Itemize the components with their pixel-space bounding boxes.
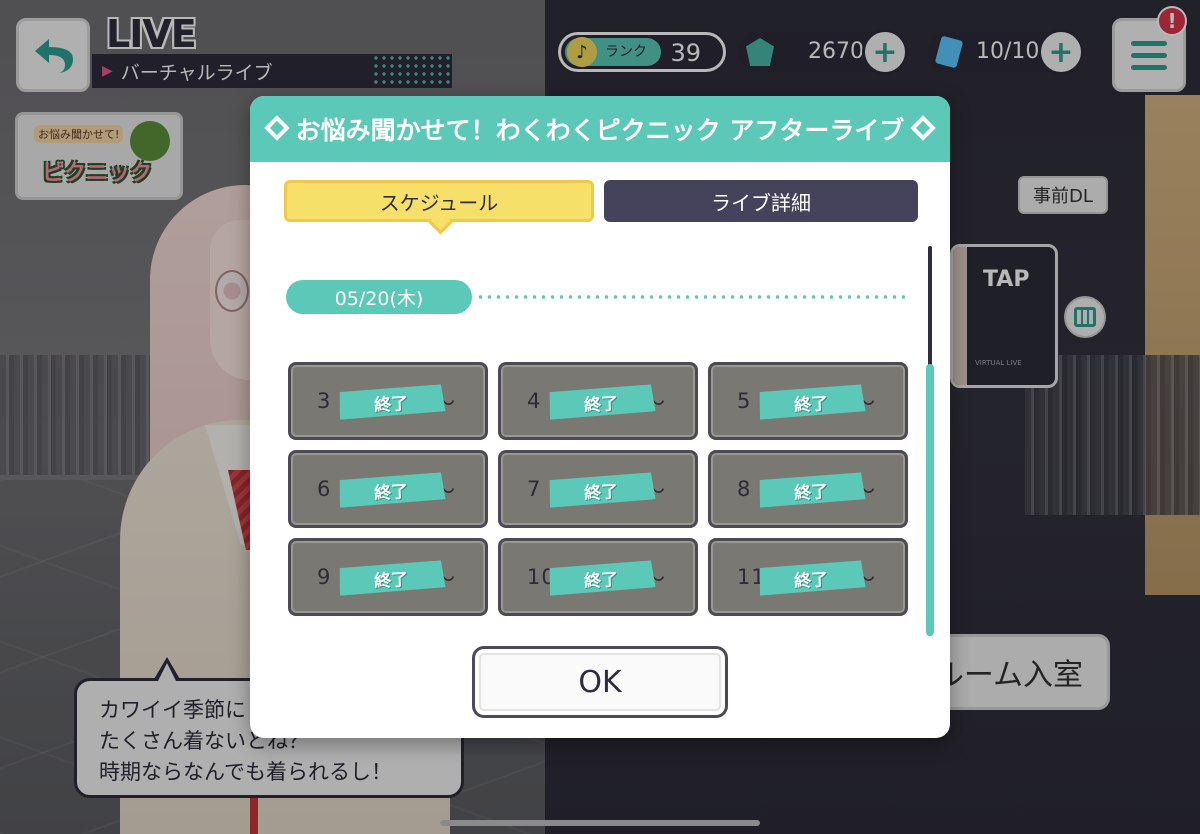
slot-time: 5 [737,389,752,413]
time-slot[interactable]: 7 〜 終了 [498,450,698,528]
ended-tape: 終了 [336,384,445,420]
time-slot[interactable]: 11 〜 終了 [708,538,908,616]
slot-time: 8 [737,477,752,501]
time-slot[interactable]: 8 〜 終了 [708,450,908,528]
ended-tape: 終了 [336,472,445,508]
ok-button[interactable]: OK [472,646,728,718]
dialog-header: お悩み聞かせて！わくわくピクニック アフターライブ [250,96,950,162]
tab-schedule[interactable]: スケジュール [284,180,594,222]
ended-tape: 終了 [756,560,865,596]
ended-tape: 終了 [546,472,655,508]
dotted-divider [476,295,910,299]
time-slot[interactable]: 3 〜 終了 [288,362,488,440]
time-slot[interactable]: 10 〜 終了 [498,538,698,616]
slot-time: 3 [317,389,332,413]
diamond-icon [910,115,936,141]
slot-time: 4 [527,389,542,413]
ended-tape: 終了 [336,560,445,596]
slot-time: 6 [317,477,332,501]
ended-tape: 終了 [546,560,655,596]
schedule-dialog: お悩み聞かせて！わくわくピクニック アフターライブ スケジュール ライブ詳細 0… [250,96,950,738]
date-label: 05/20(木) [286,280,472,314]
ended-tape: 終了 [756,472,865,508]
slot-time: 9 [317,565,332,589]
time-slot[interactable]: 4 〜 終了 [498,362,698,440]
diamond-icon [264,115,290,141]
ended-tape: 終了 [756,384,865,420]
time-slot[interactable]: 6 〜 終了 [288,450,488,528]
dialog-title: お悩み聞かせて！わくわくピクニック アフターライブ [295,116,905,145]
tab-live-details[interactable]: ライブ詳細 [604,180,918,222]
ended-tape: 終了 [546,384,655,420]
time-slot[interactable]: 9 〜 終了 [288,538,488,616]
slot-time: 7 [527,477,542,501]
time-slot[interactable]: 5 〜 終了 [708,362,908,440]
scrollbar-thumb[interactable] [926,364,934,636]
